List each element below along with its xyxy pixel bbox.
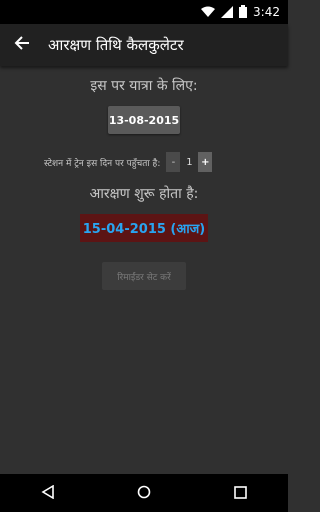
navigation-bar bbox=[0, 474, 288, 512]
arrival-day-row: स्टेशन में ट्रेन इस दिन पर पहुँचता है: -… bbox=[44, 152, 213, 172]
status-bar: 3:42 bbox=[0, 0, 288, 24]
wifi-icon bbox=[201, 3, 216, 22]
nav-back-icon bbox=[41, 484, 55, 503]
decrement-button[interactable]: - bbox=[166, 152, 181, 172]
reservation-opens-label: आरक्षण शुरू होता है: bbox=[89, 186, 199, 202]
nav-home-icon bbox=[137, 484, 151, 503]
main-content: इस पर यात्रा के लिए: 13-08-2015 स्टेशन म… bbox=[0, 66, 288, 474]
back-button[interactable] bbox=[0, 24, 44, 66]
nav-recents-button[interactable] bbox=[216, 474, 264, 512]
back-arrow-icon bbox=[14, 35, 30, 55]
signal-icon bbox=[221, 3, 234, 22]
app-toolbar: आरक्षण तिथि कैलकुलेटर bbox=[0, 24, 288, 66]
nav-back-button[interactable] bbox=[24, 474, 72, 512]
travel-date-button[interactable]: 13-08-2015 bbox=[108, 106, 180, 134]
arrival-day-label: स्टेशन में ट्रेन इस दिन पर पहुँचता है: bbox=[44, 158, 161, 169]
set-reminder-button[interactable]: रिमाईंडर सेट करें bbox=[102, 262, 186, 290]
status-time: 3:42 bbox=[253, 5, 280, 19]
result-date: 15-04-2015 (आज) bbox=[80, 214, 208, 242]
travel-label: इस पर यात्रा के लिए: bbox=[90, 78, 198, 94]
increment-button[interactable]: + bbox=[198, 152, 213, 172]
page-title: आरक्षण तिथि कैलकुलेटर bbox=[48, 36, 184, 54]
nav-recents-icon bbox=[233, 484, 247, 503]
day-value: 1 bbox=[186, 156, 193, 168]
battery-icon bbox=[239, 3, 248, 22]
nav-home-button[interactable] bbox=[120, 474, 168, 512]
